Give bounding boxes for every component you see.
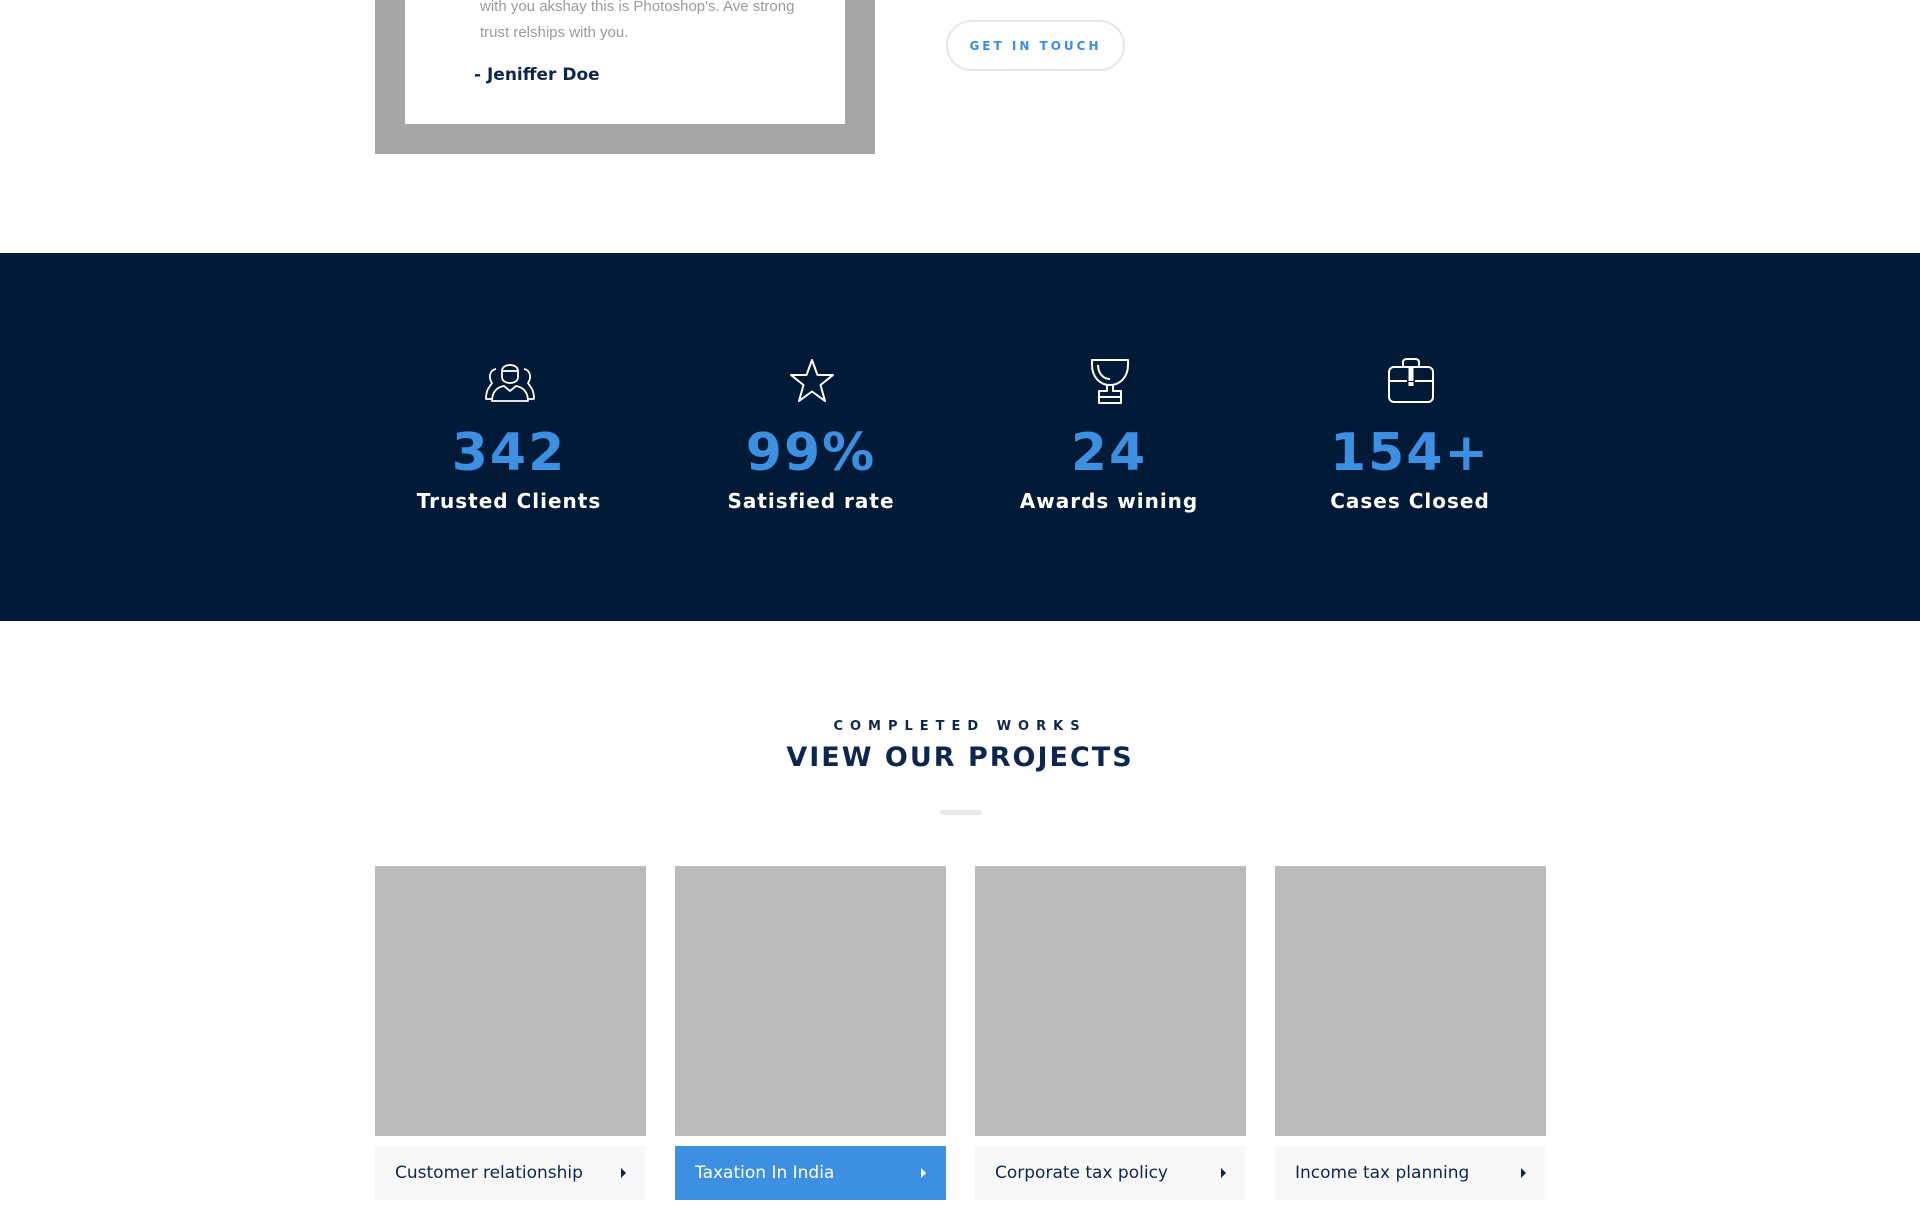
project-link[interactable]: Customer relationship: [375, 1146, 646, 1200]
project-card: Taxation In India: [675, 866, 946, 1200]
caret-right-icon: [1221, 1168, 1226, 1178]
stat-label: Cases Closed: [1330, 489, 1490, 513]
stat-label: Satisfied rate: [727, 489, 895, 513]
testimonial-author: - Jeniffer Doe: [474, 65, 600, 85]
project-link[interactable]: Income tax planning: [1275, 1146, 1546, 1200]
project-image-placeholder[interactable]: [675, 866, 946, 1136]
stat-value: 342: [451, 423, 567, 483]
briefcase-icon: [1388, 358, 1434, 403]
project-link-active[interactable]: Taxation In India: [675, 1146, 946, 1200]
section-divider: [940, 810, 982, 815]
star-icon: [790, 359, 834, 402]
caret-right-icon: [1521, 1168, 1526, 1178]
testimonial-line-1: with you akshay this is Photoshop's. Ave…: [480, 0, 795, 15]
stat-trusted-clients: 342 Trusted Clients: [359, 253, 659, 621]
project-label: Income tax planning: [1295, 1163, 1470, 1183]
stat-cases-closed: 154+ Cases Closed: [1260, 253, 1560, 621]
stat-value: 24: [1070, 423, 1148, 483]
project-image-placeholder[interactable]: [375, 866, 646, 1136]
project-link[interactable]: Corporate tax policy: [975, 1146, 1246, 1200]
section-title: VIEW OUR PROJECTS: [786, 742, 1134, 773]
users-icon: [485, 364, 535, 402]
section-eyebrow: COMPLETED WORKS: [833, 719, 1087, 734]
stat-satisfied-rate: 99% Satisfied rate: [661, 253, 961, 621]
stats-band: 342 Trusted Clients 99% Satisfied rate 2…: [0, 253, 1920, 621]
testimonial-line-2: trust relships with you.: [480, 24, 629, 41]
project-card: Corporate tax policy: [975, 866, 1246, 1200]
caret-right-icon: [621, 1168, 626, 1178]
project-image-placeholder[interactable]: [1275, 866, 1546, 1136]
project-card: Customer relationship: [375, 866, 646, 1200]
project-card: Income tax planning: [1275, 866, 1546, 1200]
testimonial-quote: with you akshay this is Photoshop's. Ave…: [480, 0, 810, 46]
project-label: Taxation In India: [695, 1163, 835, 1183]
stat-value: 99%: [745, 423, 877, 483]
stat-awards: 24 Awards wining: [959, 253, 1259, 621]
caret-right-icon: [921, 1168, 926, 1178]
project-label: Corporate tax policy: [995, 1163, 1168, 1183]
project-label: Customer relationship: [395, 1163, 583, 1183]
stat-label: Trusted Clients: [416, 489, 602, 513]
trophy-icon: [1091, 359, 1129, 404]
get-in-touch-button[interactable]: GET IN TOUCH: [946, 20, 1125, 71]
stat-value: 154+: [1329, 423, 1491, 483]
project-image-placeholder[interactable]: [975, 866, 1246, 1136]
stat-label: Awards wining: [1019, 489, 1199, 513]
